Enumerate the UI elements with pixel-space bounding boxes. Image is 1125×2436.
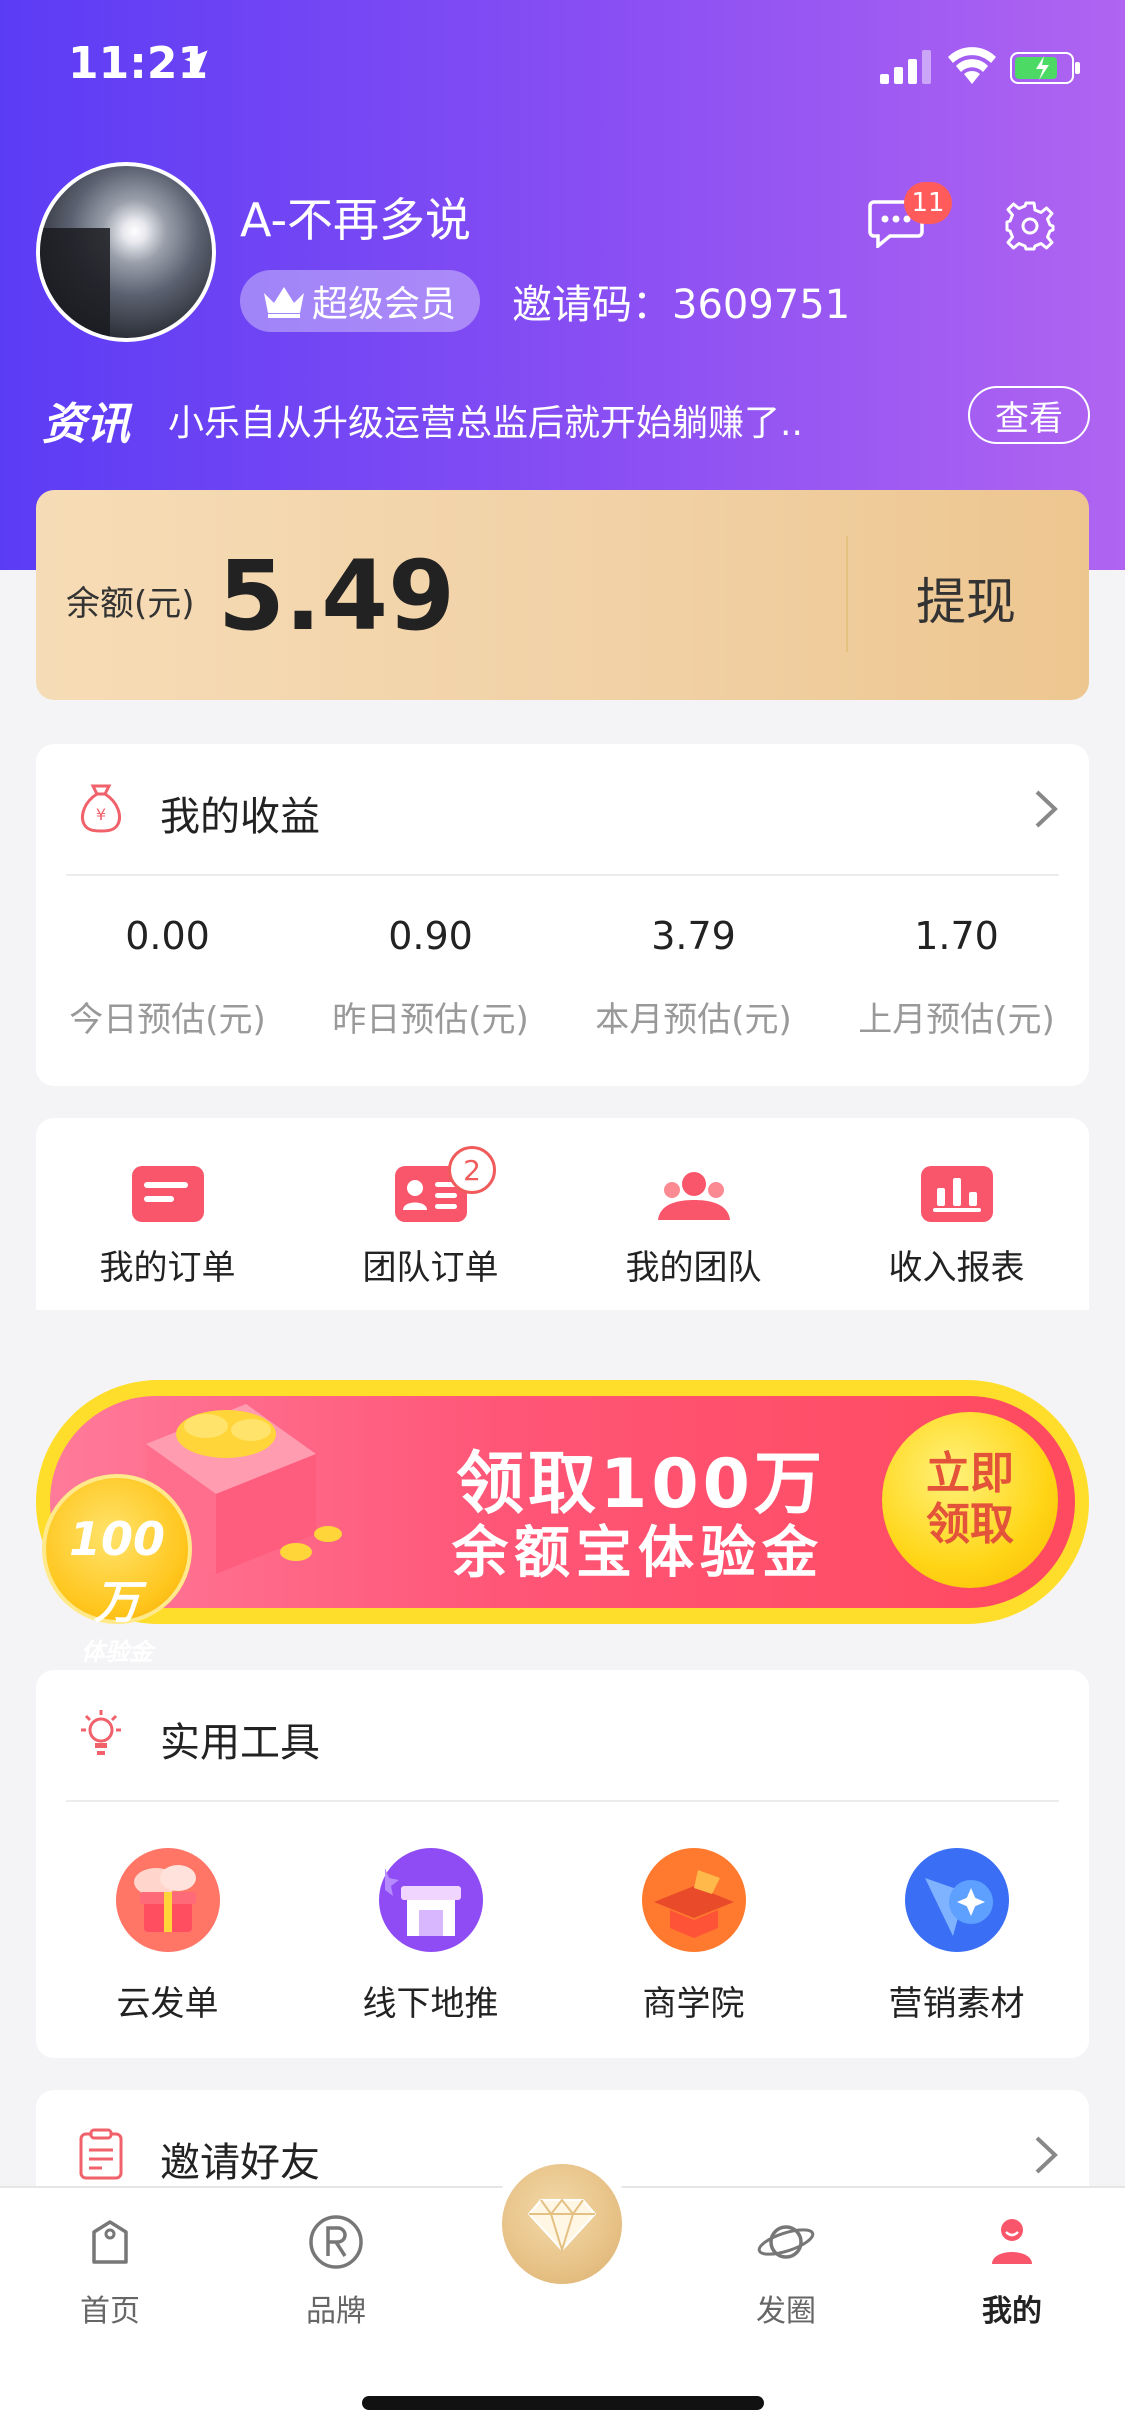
chevron-right-icon[interactable] bbox=[1033, 2134, 1059, 2176]
megaphone-icon bbox=[904, 1848, 1009, 1952]
stat-label: 本月预估(元) bbox=[595, 1000, 792, 1040]
tools-card: 实用工具 云发单 线下地推 商学院 营销素材 bbox=[36, 1670, 1089, 2058]
invite-code[interactable]: 邀请码：3609751 bbox=[512, 272, 850, 330]
banner-button-line1: 立即 bbox=[926, 1448, 1014, 1500]
tab-brand[interactable]: 品牌 bbox=[256, 2212, 416, 2330]
business-school-label: 商学院 bbox=[642, 1984, 745, 2024]
order-list-icon bbox=[131, 1166, 204, 1222]
news-tag: 资讯 bbox=[42, 399, 130, 450]
tools-title: 实用工具 bbox=[160, 1720, 320, 1766]
tab-moments-label: 发圈 bbox=[756, 2294, 816, 2329]
avatar-photo-detail bbox=[40, 228, 110, 338]
storefront-icon bbox=[378, 1848, 483, 1952]
stat-value: 0.00 bbox=[125, 914, 210, 958]
battery-icon bbox=[1010, 52, 1080, 84]
stat-label: 昨日预估(元) bbox=[332, 1000, 529, 1040]
shopping-bag-icon bbox=[92, 2220, 128, 2264]
team-orders-badge: 2 bbox=[448, 1146, 496, 1194]
stat-value: 3.79 bbox=[651, 914, 736, 958]
news-ticker-text[interactable]: 小乐自从升级运营总监后就开始躺赚了.. bbox=[168, 394, 828, 446]
tab-moments[interactable]: 发圈 bbox=[706, 2212, 866, 2330]
graduation-cap-icon bbox=[641, 1848, 746, 1952]
my-orders-label: 我的订单 bbox=[99, 1248, 236, 1288]
crown-icon bbox=[264, 287, 304, 318]
stat-value: 1.70 bbox=[914, 914, 999, 958]
cloud-gift-icon bbox=[115, 1848, 220, 1952]
balance-card: 余额(元) 5.49 提现 bbox=[36, 490, 1089, 700]
wifi-icon bbox=[948, 47, 996, 84]
stat-last-month: 1.70 上月预估(元) bbox=[825, 914, 1088, 1041]
news-view-button[interactable]: 查看 bbox=[968, 386, 1090, 444]
earnings-card[interactable]: ¥ 我的收益 0.00 今日预估(元) 0.90 昨日预估(元) 3.79 本月… bbox=[36, 744, 1089, 1086]
vip-badge[interactable]: 超级会员 bbox=[240, 270, 480, 332]
signal-icon bbox=[880, 50, 931, 84]
balance-divider bbox=[846, 536, 848, 652]
marketing-material-label: 营销素材 bbox=[888, 1984, 1025, 2024]
marketing-material-button[interactable]: 营销素材 bbox=[825, 1848, 1088, 2025]
team-orders-label: 团队订单 bbox=[362, 1248, 499, 1288]
cloud-post-label: 云发单 bbox=[116, 1984, 219, 2024]
banner-claim-button[interactable]: 立即 领取 bbox=[882, 1412, 1058, 1588]
tab-mine-label: 我的 bbox=[982, 2294, 1042, 2329]
coin-badge: 100万 体验金 bbox=[42, 1474, 192, 1666]
tools-divider bbox=[66, 1800, 1059, 1802]
tab-brand-label: 品牌 bbox=[306, 2294, 366, 2329]
stat-label: 上月预估(元) bbox=[858, 1000, 1055, 1040]
diamond-icon bbox=[527, 2198, 597, 2254]
stat-yesterday: 0.90 昨日预估(元) bbox=[299, 914, 562, 1041]
banner-subtitle: 余额宝体验金 bbox=[452, 1521, 824, 1586]
coin-badge-label: 体验金 bbox=[81, 1638, 153, 1666]
message-count-badge: 11 bbox=[904, 182, 952, 224]
earnings-divider bbox=[66, 874, 1059, 876]
invite-document-icon bbox=[79, 2128, 123, 2180]
avatar[interactable] bbox=[36, 162, 216, 342]
money-bag-icon: ¥ bbox=[81, 784, 121, 833]
username: A-不再多说 bbox=[240, 193, 472, 247]
income-report-button[interactable]: 收入报表 bbox=[825, 1166, 1088, 1289]
team-orders-button[interactable]: 团队订单 bbox=[299, 1166, 562, 1289]
status-bar: 11:21 bbox=[0, 0, 1125, 130]
user-icon bbox=[992, 2219, 1032, 2264]
stat-today: 0.00 今日预估(元) bbox=[36, 914, 299, 1041]
invite-title: 邀请好友 bbox=[160, 2140, 320, 2186]
balance-value: 5.49 bbox=[218, 540, 455, 652]
lightbulb-icon bbox=[81, 1710, 121, 1755]
coin-badge-amount: 100万 bbox=[68, 1512, 166, 1629]
stat-value: 0.90 bbox=[388, 914, 473, 958]
offline-promo-button[interactable]: 线下地推 bbox=[299, 1848, 562, 2025]
promo-banner[interactable]: 100万 体验金 领取 100万 余额宝体验金 立即 领取 bbox=[36, 1356, 1089, 1666]
team-icon bbox=[657, 1172, 730, 1220]
my-orders-button[interactable]: 我的订单 bbox=[36, 1166, 299, 1289]
stat-this-month: 3.79 本月预估(元) bbox=[562, 914, 825, 1041]
earnings-title: 我的收益 bbox=[160, 794, 320, 840]
home-indicator bbox=[362, 2396, 764, 2410]
business-school-button[interactable]: 商学院 bbox=[562, 1848, 825, 2025]
brand-r-icon bbox=[309, 2215, 363, 2269]
withdraw-button[interactable]: 提现 bbox=[916, 562, 1016, 634]
income-report-label: 收入报表 bbox=[888, 1248, 1025, 1288]
my-team-button[interactable]: 我的团队 bbox=[562, 1166, 825, 1289]
center-diamond-button[interactable] bbox=[502, 2164, 622, 2284]
tab-mine[interactable]: 我的 bbox=[932, 2212, 1092, 2330]
planet-icon bbox=[757, 2225, 815, 2259]
banner-button-line2: 领取 bbox=[926, 1499, 1014, 1550]
offline-promo-label: 线下地推 bbox=[362, 1984, 499, 2024]
location-arrow-icon bbox=[184, 50, 208, 74]
my-team-label: 我的团队 bbox=[625, 1248, 762, 1288]
orders-card: 我的订单 团队订单 2 我的团队 收入报表 bbox=[36, 1118, 1089, 1310]
tab-home[interactable]: 首页 bbox=[30, 2212, 190, 2330]
svg-text:¥: ¥ bbox=[96, 805, 106, 824]
chevron-right-icon[interactable] bbox=[1033, 788, 1059, 830]
stat-label: 今日预估(元) bbox=[69, 1000, 266, 1040]
tab-home-label: 首页 bbox=[80, 2294, 140, 2329]
gear-icon[interactable] bbox=[1004, 200, 1056, 252]
report-chart-icon bbox=[920, 1166, 993, 1222]
vip-label: 超级会员 bbox=[312, 284, 457, 325]
balance-label: 余额(元) bbox=[66, 584, 195, 624]
cloud-post-button[interactable]: 云发单 bbox=[36, 1848, 299, 2025]
